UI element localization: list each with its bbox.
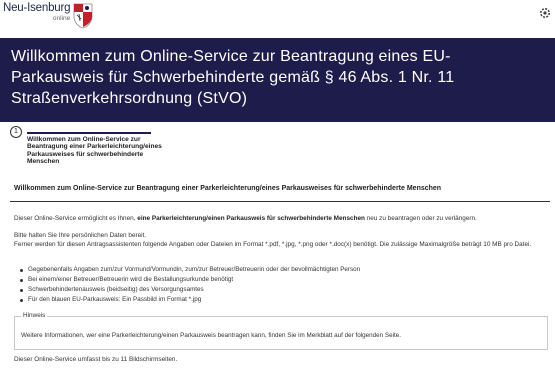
page-title: Willkommen zum Online-Service zur Beantr… xyxy=(11,48,455,107)
step-progress-line xyxy=(27,132,151,134)
step-label[interactable]: Willkommen zum Online-Service zur Beantr… xyxy=(27,136,162,166)
section-title: Willkommen zum Online-Service zur Beantr… xyxy=(14,185,442,192)
requirements-list: Gegebenenfalls Angaben zum/zur Vormund/V… xyxy=(20,265,360,305)
required-documents-paragraph: Ferner werden für diesen Antragsassisten… xyxy=(14,241,532,248)
list-item: Bei einem/einer Betreuer/Betreuerin wird… xyxy=(20,275,360,285)
list-item: Für den blauen EU-Parkausweis: Ein Passb… xyxy=(20,295,360,305)
hint-box: Hinweis Weitere Informationen, wer eine … xyxy=(14,312,548,350)
city-crest-icon xyxy=(73,3,93,29)
divider xyxy=(10,201,550,202)
step-navigation: 1 Willkommen zum Online-Service zur Bean… xyxy=(10,126,170,176)
intro-emphasis: eine Parkerleichterung/einen Parkausweis… xyxy=(137,215,365,222)
gear-icon[interactable] xyxy=(538,6,552,20)
list-item: Schwerbehindertenausweis (beidseitig) de… xyxy=(20,285,360,295)
top-bar: Neu-Isenburg online xyxy=(0,0,555,36)
list-item: Gegebenenfalls Angaben zum/zur Vormund/V… xyxy=(20,265,360,275)
hint-title: Hinweis xyxy=(21,312,48,319)
site-logo[interactable]: Neu-Isenburg online xyxy=(3,2,93,33)
hero-banner: Willkommen zum Online-Service zur Beantr… xyxy=(0,38,555,122)
intro-paragraph: Dieser Online-Service ermöglicht es Ihne… xyxy=(14,215,477,222)
prepare-paragraph: Bitte halten Sie Ihre persönlichen Daten… xyxy=(14,232,147,239)
hint-text: Weitere Informationen, wer eine Parkerle… xyxy=(21,332,402,339)
logo-subtitle: online xyxy=(52,14,71,22)
logo-name: Neu-Isenburg xyxy=(3,2,71,14)
step-number[interactable]: 1 xyxy=(10,126,22,138)
page-count-note: Dieser Online-Service umfasst bis zu 11 … xyxy=(14,356,178,363)
